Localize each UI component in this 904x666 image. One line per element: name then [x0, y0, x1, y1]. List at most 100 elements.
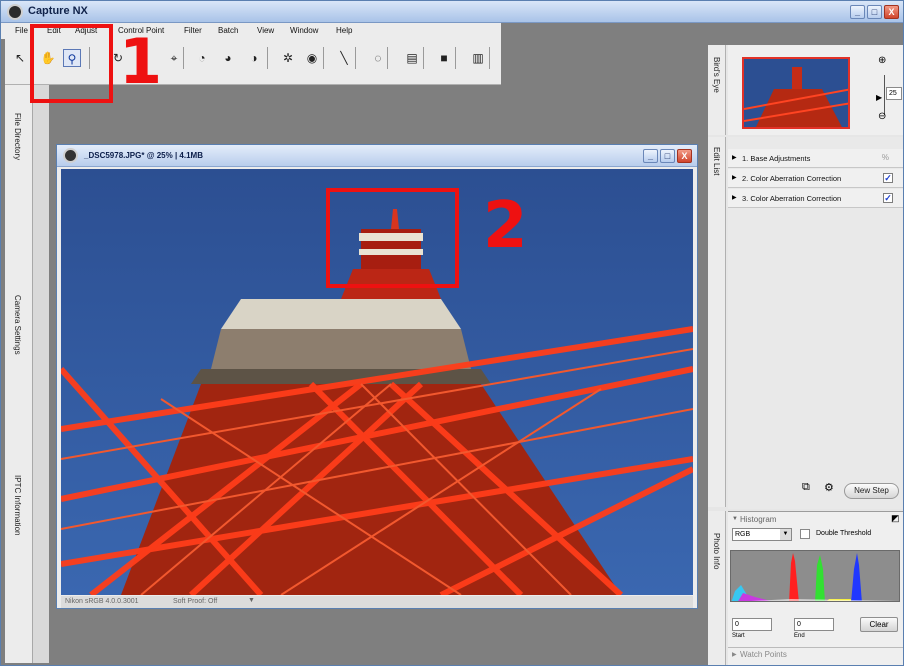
edit-step-row[interactable]: ▶ 2. Color Aberration Correction ✓ — [728, 169, 903, 188]
minimize-button[interactable]: _ — [850, 5, 865, 19]
dodge-icon[interactable]: ◕ — [219, 49, 237, 67]
menu-help[interactable]: Help — [336, 26, 352, 35]
tool-group-handle[interactable] — [455, 47, 461, 69]
histogram-panel: ▼ Histogram ◩ RGB ▼ Double Threshold 0 S… — [728, 511, 903, 665]
double-threshold-label: Double Threshold — [816, 530, 872, 537]
zoom-slider[interactable] — [884, 75, 885, 115]
tool-group-handle[interactable] — [423, 47, 429, 69]
left-dock-gutter — [33, 85, 49, 663]
edit-step-row[interactable]: ▶ 3. Color Aberration Correction ✓ — [728, 189, 903, 208]
menu-filter[interactable]: Filter — [184, 26, 202, 35]
document-status-bar: Nikon sRGB 4.0.0.3001 Soft Proof: Off ▼ — [61, 596, 693, 608]
settings-icon[interactable]: ⚙ — [824, 481, 834, 494]
edit-step-label: 1. Base Adjustments — [742, 154, 811, 163]
close-button[interactable]: X — [884, 5, 899, 19]
fill-icon[interactable]: ■ — [435, 49, 453, 67]
channel-dropdown-icon[interactable]: ▼ — [780, 529, 791, 540]
histogram-graph — [730, 550, 900, 602]
tool-group-handle[interactable] — [323, 47, 329, 69]
title-bar: Capture NX _ □ X — [1, 1, 903, 23]
birds-eye-thumbnail[interactable] — [742, 57, 850, 129]
watch-points-label[interactable]: Watch Points — [740, 650, 787, 659]
control-point-icon[interactable]: ✲ — [279, 49, 297, 67]
edit-list-tab[interactable]: Edit List — [708, 137, 726, 507]
crop-icon[interactable]: ⌖ — [165, 49, 183, 67]
edit-list-panel: ▶ 1. Base Adjustments % ▶ 2. Color Aberr… — [728, 137, 903, 509]
menu-view[interactable]: View — [257, 26, 274, 35]
channel-select[interactable]: RGB ▼ — [732, 528, 792, 541]
app-title: Capture NX — [28, 5, 88, 17]
expand-arrow-icon[interactable]: ▶ — [732, 174, 737, 181]
maximize-button[interactable]: □ — [867, 5, 882, 19]
select-arrow-icon[interactable]: ↖ — [11, 49, 29, 67]
document-icon — [63, 148, 78, 163]
zoom-slider-pointer-icon[interactable]: ▶ — [876, 93, 882, 102]
zoom-in-icon[interactable]: ⊕ — [878, 55, 886, 66]
brush-icon[interactable]: ◔ — [193, 49, 211, 67]
right-palette-dock: Bird's Eye ⊕ ▶ 25 ⊖ Edit List ▶ 1. Base … — [708, 45, 903, 665]
tool-group-handle[interactable] — [387, 47, 393, 69]
status-dropdown-icon[interactable]: ▼ — [248, 597, 255, 604]
red-eye-icon[interactable]: ◉ — [303, 49, 321, 67]
tool-group-handle[interactable] — [355, 47, 361, 69]
capture-nx-logo-icon — [7, 4, 23, 20]
burn-icon[interactable]: ◑ — [245, 49, 263, 67]
thumbnail-image — [744, 59, 848, 127]
birds-eye-tab-label: Bird's Eye — [712, 57, 721, 93]
step-link-icon[interactable]: % — [882, 153, 889, 162]
callout-box-2 — [326, 188, 459, 288]
add-step-icon[interactable]: ⧉ — [802, 481, 810, 494]
edit-step-row[interactable]: ▶ 1. Base Adjustments % — [728, 149, 903, 168]
end-value-field[interactable]: 0 — [794, 618, 834, 631]
new-step-button[interactable]: New Step — [844, 483, 899, 499]
tab-camera-settings[interactable]: Camera Settings — [13, 295, 22, 355]
color-profile-text: Nikon sRGB 4.0.0.3001 — [65, 598, 139, 605]
doc-minimize-button[interactable]: _ — [643, 149, 658, 163]
watch-points-arrow-icon[interactable]: ▶ — [732, 651, 737, 658]
start-value-field[interactable]: 0 — [732, 618, 772, 631]
edit-step-label: 2. Color Aberration Correction — [742, 174, 842, 183]
birds-eye-tab[interactable]: Bird's Eye — [708, 45, 726, 135]
zoom-out-icon[interactable]: ⊖ — [878, 111, 886, 122]
document-title-bar: _DSC5978.JPG* @ 25% | 4.1MB _ □ X — [57, 145, 697, 167]
edit-list-tab-label: Edit List — [712, 147, 721, 176]
doc-close-button[interactable]: X — [677, 149, 692, 163]
histogram-options-icon[interactable]: ◩ — [891, 513, 900, 524]
marquee-icon[interactable]: ▥ — [469, 49, 487, 67]
doc-maximize-button[interactable]: □ — [660, 149, 675, 163]
double-threshold-checkbox[interactable] — [800, 529, 810, 539]
menu-batch[interactable]: Batch — [218, 26, 238, 35]
callout-number-1: 1 — [119, 25, 163, 98]
lasso-icon[interactable]: ◌ — [369, 49, 387, 67]
step-enable-checkbox[interactable]: ✓ — [883, 193, 893, 203]
expand-arrow-icon[interactable]: ▶ — [732, 194, 737, 201]
soft-proof-text[interactable]: Soft Proof: Off — [173, 598, 217, 605]
left-palette-dock: File Directory Camera Settings IPTC Info… — [5, 85, 49, 663]
tool-group-handle[interactable] — [267, 47, 273, 69]
birds-eye-panel: ⊕ ▶ 25 ⊖ — [728, 45, 903, 135]
callout-number-2: 2 — [483, 189, 528, 263]
step-enable-checkbox[interactable]: ✓ — [883, 173, 893, 183]
menu-file[interactable]: File — [15, 26, 28, 35]
menu-window[interactable]: Window — [290, 26, 318, 35]
gradient-icon[interactable]: ▤ — [403, 49, 421, 67]
channel-value: RGB — [735, 531, 751, 538]
clear-button[interactable]: Clear — [860, 617, 898, 632]
photo-info-tab-label: Photo Info — [712, 533, 721, 570]
tab-iptc-information[interactable]: IPTC Information — [13, 475, 22, 535]
photo-info-tab[interactable]: Photo Info — [708, 511, 726, 665]
tool-group-handle[interactable] — [489, 47, 495, 69]
tool-group-handle[interactable] — [183, 47, 189, 69]
zoom-value-field[interactable]: 25 — [886, 87, 902, 100]
expand-arrow-icon[interactable]: ▶ — [732, 154, 737, 161]
divider — [728, 647, 903, 648]
collapse-arrow-icon[interactable]: ▼ — [732, 516, 738, 522]
app-window: Capture NX _ □ X File Edit Adjust Contro… — [0, 0, 904, 666]
start-label: Start — [732, 633, 745, 639]
callout-box-1 — [30, 24, 113, 103]
straighten-icon[interactable]: ╲ — [335, 49, 353, 67]
tab-file-directory[interactable]: File Directory — [13, 113, 22, 160]
histogram-label: Histogram — [740, 515, 777, 524]
edit-step-label: 3. Color Aberration Correction — [742, 194, 842, 203]
end-label: End — [794, 633, 805, 639]
